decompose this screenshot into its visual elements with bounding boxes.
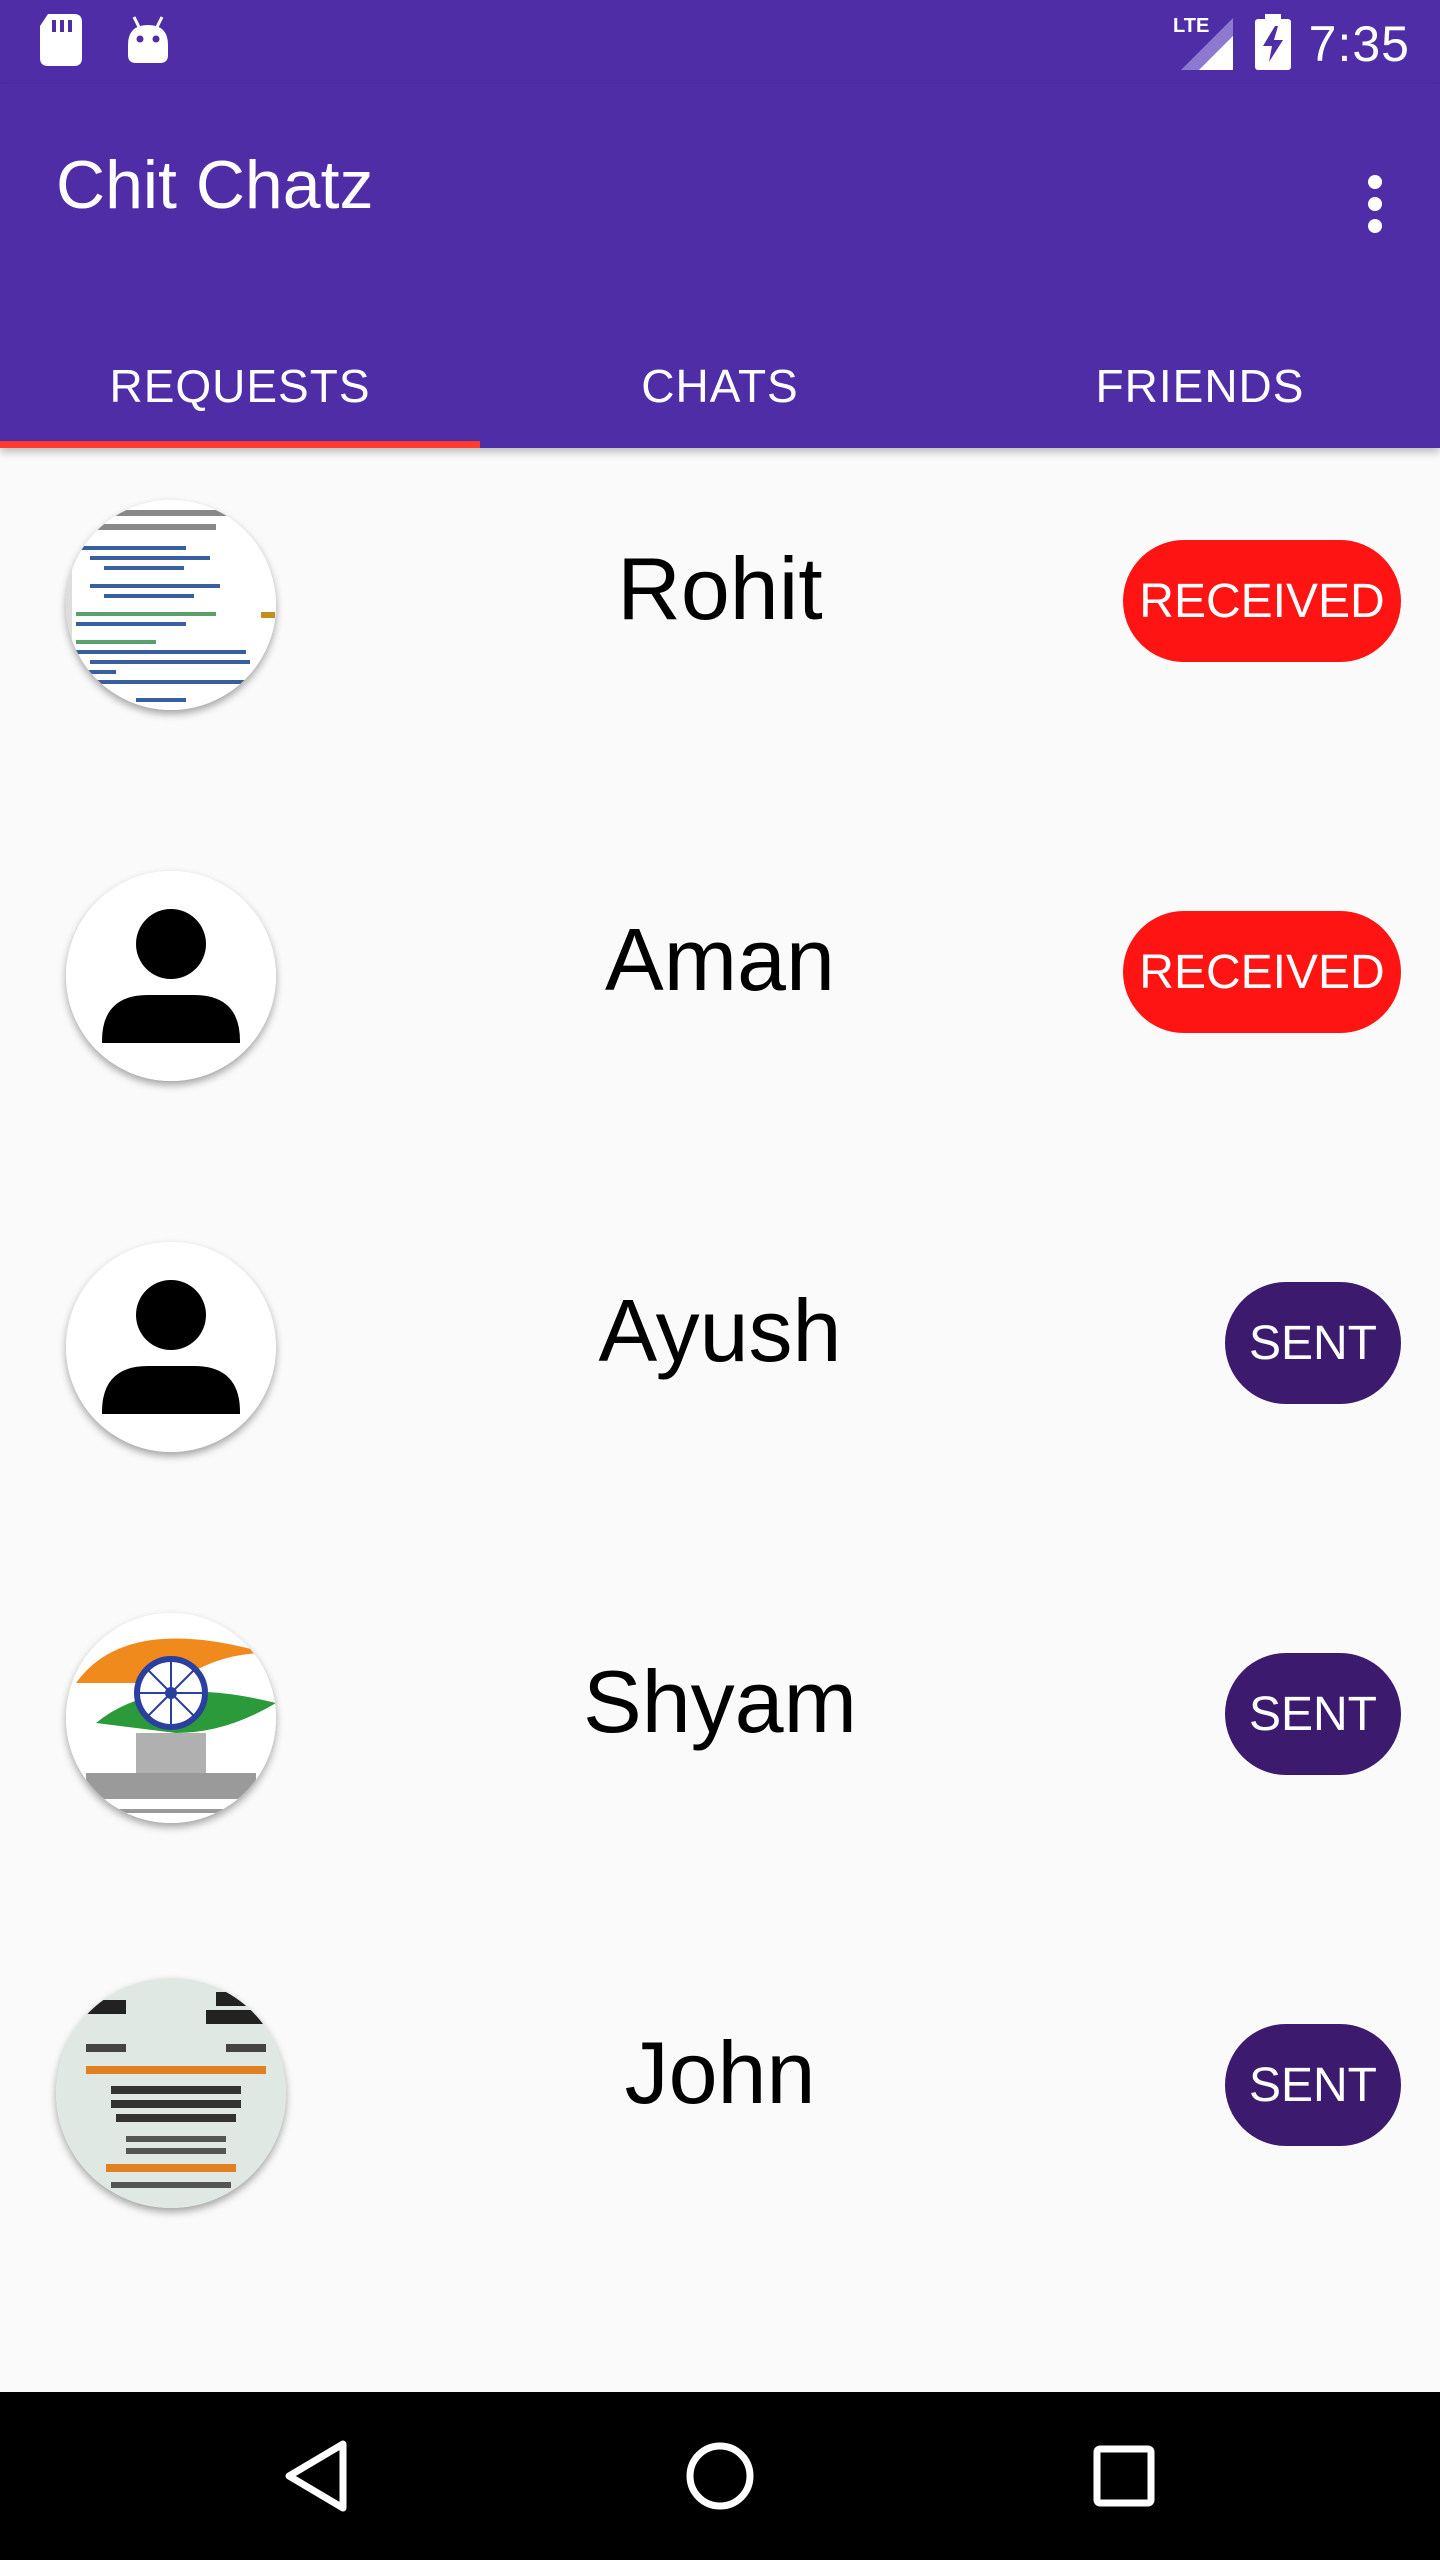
home-circle-icon xyxy=(686,2442,754,2510)
avatar[interactable] xyxy=(66,871,276,1081)
requests-list: Rohit RECEIVED Aman RECEIVED Ayush SENT xyxy=(0,448,1440,2303)
course-poster-image xyxy=(56,1978,286,2208)
tab-label: FRIENDS xyxy=(1095,360,1305,412)
avatar[interactable] xyxy=(56,1978,286,2208)
list-item[interactable]: Shyam SENT xyxy=(0,1561,1440,1932)
tab-chats[interactable]: CHATS xyxy=(480,324,960,448)
sd-card-icon xyxy=(40,14,82,70)
contact-name: Ayush xyxy=(598,1281,842,1380)
tab-label: REQUESTS xyxy=(109,360,371,412)
status-badge[interactable]: SENT xyxy=(1225,2024,1401,2146)
lte-signal-icon: LTE xyxy=(1173,10,1237,78)
republic-day-image xyxy=(66,1613,276,1823)
recents-button[interactable] xyxy=(1074,2426,1174,2526)
status-time: 7:35 xyxy=(1308,16,1410,72)
avatar[interactable] xyxy=(66,1242,276,1452)
navigation-bar xyxy=(0,2392,1440,2560)
list-item[interactable]: Ayush SENT xyxy=(0,1190,1440,1561)
svg-text:LTE: LTE xyxy=(1173,15,1209,37)
home-button[interactable] xyxy=(670,2426,770,2526)
back-button[interactable] xyxy=(266,2426,366,2526)
contact-name: John xyxy=(624,2023,816,2122)
more-vert-icon xyxy=(1368,175,1382,233)
status-right-icons: LTE 7:35 xyxy=(1173,10,1410,78)
overflow-menu-button[interactable] xyxy=(1340,144,1410,264)
back-triangle-icon xyxy=(285,2440,347,2512)
status-badge[interactable]: RECEIVED xyxy=(1123,540,1401,662)
recents-square-icon xyxy=(1093,2445,1155,2507)
app-bar: Chit Chatz REQUESTS CHATS FRIENDS xyxy=(0,84,1440,448)
status-badge[interactable]: SENT xyxy=(1225,1653,1401,1775)
code-screenshot-image xyxy=(66,500,276,710)
tab-bar: REQUESTS CHATS FRIENDS xyxy=(0,324,1440,448)
tab-indicator xyxy=(0,441,480,448)
default-person-icon xyxy=(66,1242,276,1452)
list-item[interactable]: John SENT xyxy=(0,1932,1440,2303)
app-title: Chit Chatz xyxy=(56,147,374,223)
tab-requests[interactable]: REQUESTS xyxy=(0,324,480,448)
status-badge[interactable]: RECEIVED xyxy=(1123,911,1401,1033)
tab-label: CHATS xyxy=(641,360,799,412)
contact-name: Shyam xyxy=(583,1652,857,1751)
default-person-icon xyxy=(66,871,276,1081)
avatar[interactable] xyxy=(66,500,276,710)
status-badge[interactable]: SENT xyxy=(1225,1282,1401,1404)
list-item[interactable]: Aman RECEIVED xyxy=(0,819,1440,1190)
android-icon xyxy=(126,15,170,69)
avatar[interactable] xyxy=(66,1613,276,1823)
list-item[interactable]: Rohit RECEIVED xyxy=(0,448,1440,819)
contact-name: Rohit xyxy=(617,539,823,638)
contact-name: Aman xyxy=(605,910,835,1009)
status-bar: LTE 7:35 xyxy=(0,0,1440,84)
status-left-icons xyxy=(40,14,170,70)
battery-charging-icon xyxy=(1254,14,1291,74)
tab-friends[interactable]: FRIENDS xyxy=(960,324,1440,448)
